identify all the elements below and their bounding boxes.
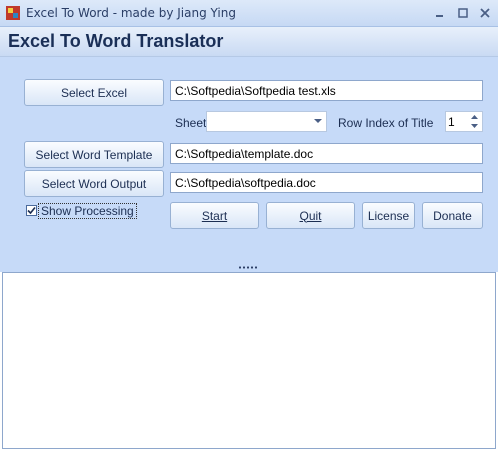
grip-icon xyxy=(238,266,258,269)
minimize-button[interactable] xyxy=(430,4,450,22)
window-title: Excel To Word - made by Jiang Ying xyxy=(26,6,236,20)
spin-up-icon[interactable] xyxy=(467,112,482,121)
start-button-label: Start xyxy=(201,208,228,223)
template-path-field[interactable]: C:\Softpedia\template.doc xyxy=(170,143,483,164)
close-icon xyxy=(480,8,490,18)
app-icon xyxy=(6,6,20,20)
select-excel-button[interactable]: Select Excel xyxy=(24,79,164,106)
select-word-template-button[interactable]: Select Word Template xyxy=(24,141,164,168)
donate-button[interactable]: Donate xyxy=(422,202,483,229)
sheet-select[interactable] xyxy=(206,111,327,132)
splitter-handle[interactable] xyxy=(0,264,498,272)
row-index-stepper[interactable]: 1 xyxy=(445,111,483,132)
spin-down-icon[interactable] xyxy=(467,121,482,130)
excel-path-field[interactable]: C:\Softpedia\Softpedia test.xls xyxy=(170,80,483,101)
output-path-field[interactable]: C:\Softpedia\softpedia.doc xyxy=(170,172,483,193)
quit-button[interactable]: Quit xyxy=(266,202,355,229)
license-button[interactable]: License xyxy=(362,202,415,229)
sheet-label: Sheet xyxy=(175,116,207,130)
page-title: Excel To Word Translator xyxy=(8,31,224,51)
show-processing-label[interactable]: Show Processing xyxy=(38,203,137,219)
start-button[interactable]: Start xyxy=(170,202,259,229)
app-header: Excel To Word Translator xyxy=(0,27,498,57)
show-processing-checkbox[interactable] xyxy=(26,205,37,216)
row-index-value: 1 xyxy=(448,115,455,129)
maximize-button[interactable] xyxy=(453,4,473,22)
close-button[interactable] xyxy=(475,4,495,22)
window-titlebar: Excel To Word - made by Jiang Ying xyxy=(0,0,498,27)
output-log-area[interactable] xyxy=(2,272,496,449)
select-word-output-button[interactable]: Select Word Output xyxy=(24,170,164,197)
row-index-label: Row Index of Title xyxy=(338,116,434,130)
maximize-icon xyxy=(458,8,468,18)
quit-button-label: Quit xyxy=(299,208,322,223)
minimize-icon xyxy=(436,15,443,17)
checkmark-icon xyxy=(27,206,36,215)
chevron-down-icon[interactable] xyxy=(310,112,326,131)
